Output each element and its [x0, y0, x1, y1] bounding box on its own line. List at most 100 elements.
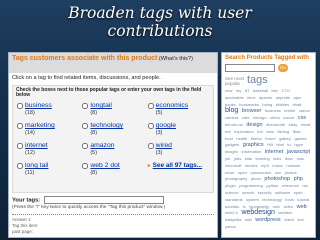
cloud-tag[interactable]: fishing [278, 129, 290, 134]
cloud-tag[interactable]: photo [251, 176, 261, 181]
cloud-tag[interactable]: books [225, 102, 236, 107]
see-all-tags-link[interactable]: See all 97 tags... [153, 162, 202, 169]
cloud-tag[interactable]: to [287, 142, 290, 147]
cloud-tag[interactable]: jobs [234, 156, 241, 161]
cloud-tag[interactable]: blog [225, 107, 238, 114]
cloud-tag[interactable]: plugin [225, 183, 236, 188]
whats-this-link[interactable]: (What's this?) [159, 56, 193, 62]
cloud-tag[interactable]: firefox [251, 136, 262, 141]
cloud-tag[interactable]: reference [282, 183, 299, 188]
tag-checkbox[interactable] [147, 102, 154, 109]
cloud-tag[interactable]: linux [247, 95, 255, 100]
go-button[interactable]: Go [278, 64, 288, 72]
tag-search-input[interactable] [225, 64, 275, 72]
cloud-tag[interactable]: chicago [253, 115, 267, 120]
cloud-tag[interactable]: xml [297, 217, 303, 222]
cloud-tag[interactable]: web2.0 [225, 210, 238, 215]
cloud-tag[interactable]: software [275, 190, 290, 195]
cloud-tag[interactable]: html [276, 142, 284, 147]
cloud-tag[interactable]: tv [243, 204, 246, 209]
tag-link[interactable]: web 2 dot [90, 162, 119, 169]
cloud-tag[interactable]: wiki [245, 217, 252, 222]
cloud-tag[interactable]: bhatt [293, 102, 302, 107]
cloud-tag[interactable]: china [270, 115, 280, 120]
cloud-tag[interactable]: webdev [279, 210, 293, 215]
cloud-tag[interactable]: photos [285, 170, 297, 175]
cloud-tag[interactable]: browser [242, 108, 262, 114]
cloud-tag[interactable]: news [225, 170, 234, 175]
cloud-tag[interactable]: system [246, 197, 259, 202]
tag-link[interactable]: technology [90, 122, 123, 129]
cloud-tag[interactable]: new [225, 88, 232, 93]
cloud-tag[interactable]: unix [273, 204, 280, 209]
tag-checkbox[interactable] [147, 142, 154, 149]
cloud-tag[interactable]: del.icio.us [225, 122, 243, 127]
cloud-tag[interactable]: camera [225, 115, 238, 120]
cloud-tag[interactable]: games [294, 136, 306, 141]
cloud-tag[interactable]: mp3 [261, 163, 269, 168]
cloud-tag[interactable]: learning [256, 156, 270, 161]
cloud-tag[interactable]: security [258, 190, 272, 195]
cloud-tag[interactable]: linux [285, 156, 293, 161]
tag-link[interactable]: economics [156, 102, 189, 109]
popular-tags-link[interactable]: See most popular tags [222, 73, 315, 86]
cloud-tag[interactable]: accessible [225, 95, 244, 100]
cloud-tag[interactable]: wordpress [255, 217, 280, 223]
cloud-tag[interactable]: food [225, 136, 233, 141]
cloud-tag[interactable]: rss [302, 183, 307, 188]
cloud-tag[interactable]: python [266, 183, 278, 188]
cloud-tag[interactable]: flickr [293, 129, 301, 134]
cloud-tag[interactable]: microsoft [225, 163, 241, 168]
cloud-tag[interactable]: osx [275, 170, 281, 175]
tag-checkbox[interactable] [82, 162, 89, 169]
cloud-tag[interactable]: information [241, 149, 261, 154]
tag-link[interactable]: amazon [90, 142, 114, 149]
cloud-tag[interactable]: fans [266, 129, 274, 134]
cloud-tag[interactable]: boing [262, 102, 272, 107]
cloud-tag[interactable]: music [272, 163, 282, 168]
cloud-tag[interactable]: yahoo [225, 224, 236, 229]
cloud-tag[interactable]: ajax [294, 95, 301, 100]
cloud-tag[interactable]: movies [245, 163, 258, 168]
cloud-tag[interactable]: Hill [267, 142, 273, 147]
cloud-tag[interactable]: job [225, 156, 230, 161]
cloud-tag[interactable]: hype [294, 142, 303, 147]
cloud-tag[interactable]: business [265, 108, 281, 113]
cloud-tag[interactable]: canon [299, 108, 310, 113]
cloud-tag[interactable]: blinkies [276, 102, 289, 107]
cloud-tag[interactable]: php [294, 176, 303, 182]
cloud-tag[interactable]: health [236, 136, 247, 141]
cloud-tag[interactable]: colour [283, 115, 294, 120]
cloud-tag[interactable]: exploration [234, 129, 254, 134]
cloud-tag[interactable]: graphics [243, 142, 264, 148]
cloud-tag[interactable]: tools [285, 197, 293, 202]
cloud-tag[interactable]: email [301, 122, 311, 127]
cloud-tag[interactable]: gallery [279, 136, 291, 141]
cloud-tag[interactable]: ebay [289, 122, 298, 127]
cloud-tag[interactable]: forum [265, 136, 275, 141]
cloud-tag[interactable]: baseball [253, 88, 268, 93]
cloud-tag[interactable]: images [225, 149, 238, 154]
cloud-tag[interactable]: javascript [287, 149, 310, 155]
tag-link[interactable]: wired [156, 142, 172, 149]
cloud-tag[interactable]: bbc [272, 88, 278, 93]
tag-checkbox[interactable] [82, 142, 89, 149]
cloud-tag[interactable]: mac [297, 156, 305, 161]
tag-link[interactable]: business [25, 102, 52, 109]
cloud-tag[interactable]: tutorial [297, 197, 309, 202]
cloud-tag[interactable]: ent [225, 129, 231, 134]
tag-checkbox[interactable] [17, 102, 23, 109]
tag-checkbox[interactable] [17, 162, 23, 169]
cloud-tag[interactable]: wikipedia [225, 217, 241, 222]
cloud-tag[interactable]: internet [265, 149, 283, 155]
cloud-tag[interactable]: open [238, 170, 247, 175]
tag-link[interactable]: internet [25, 142, 48, 149]
tag-link[interactable]: longtail [90, 102, 112, 109]
cloud-tag[interactable]: airprints [276, 95, 290, 100]
cloud-tag[interactable]: tutorials [225, 204, 239, 209]
cloud-tag[interactable]: technology [262, 197, 281, 202]
tag-checkbox[interactable] [82, 102, 89, 109]
your-tags-input[interactable] [43, 195, 164, 204]
cloud-tag[interactable]: gadgets [225, 142, 239, 147]
cloud-tag[interactable]: web [297, 204, 307, 210]
